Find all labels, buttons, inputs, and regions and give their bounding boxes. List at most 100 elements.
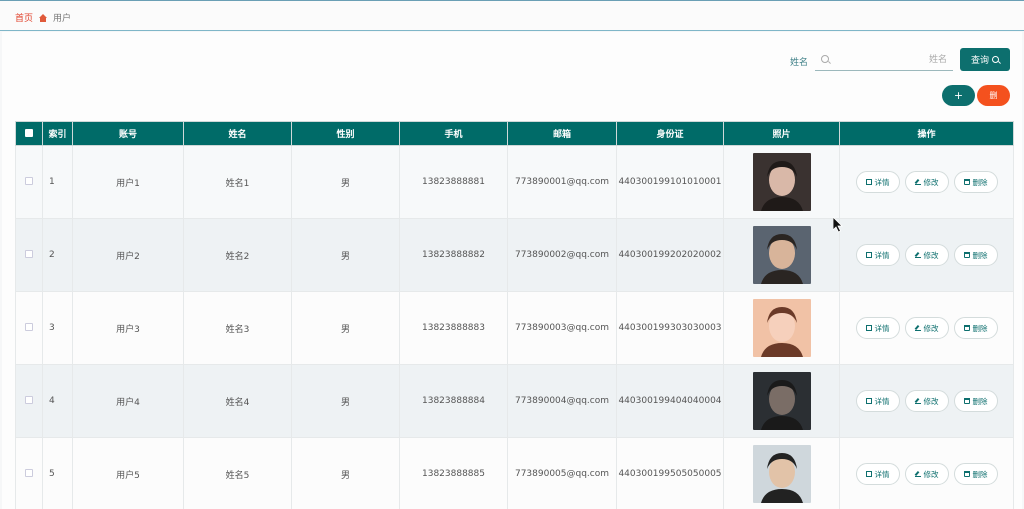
- edit-button-label: 修改: [923, 177, 939, 187]
- cell-gender: 男: [291, 291, 400, 365]
- edit-button[interactable]: 修改: [904, 463, 949, 485]
- delete-button-label: 删除: [972, 469, 988, 479]
- header-gender: 性别: [291, 121, 400, 146]
- pen-icon: [914, 179, 921, 185]
- edit-button[interactable]: 修改: [904, 171, 949, 193]
- cell-actions: 详情 修改 删除: [839, 437, 1014, 509]
- detail-button-label: 详情: [874, 323, 890, 333]
- row-checkbox[interactable]: [25, 468, 33, 477]
- user-photo[interactable]: [752, 153, 811, 211]
- detail-button[interactable]: 详情: [855, 244, 900, 266]
- cell-photo: [723, 364, 840, 438]
- trash-icon: [963, 471, 970, 477]
- detail-button[interactable]: 详情: [855, 463, 900, 485]
- edit-button[interactable]: 修改: [904, 317, 949, 339]
- delete-button-label: 删除: [972, 396, 988, 406]
- delete-button-label: 删除: [972, 250, 988, 260]
- cell-photo: [723, 437, 840, 509]
- query-button[interactable]: 查询: [960, 48, 1010, 71]
- cell-account: 用户3: [72, 291, 184, 365]
- pen-icon: [914, 471, 921, 477]
- table-row: 2 用户2 姓名2 男 13823888882 773890002@qq.com…: [15, 218, 1014, 292]
- user-photo[interactable]: [752, 299, 811, 357]
- mouse-cursor: [833, 217, 843, 233]
- detail-button[interactable]: 详情: [855, 390, 900, 412]
- edit-button-label: 修改: [923, 323, 939, 333]
- edit-button[interactable]: 修改: [904, 390, 949, 412]
- user-photo[interactable]: [752, 226, 811, 284]
- pen-icon: [914, 398, 921, 404]
- select-all-checkbox[interactable]: [25, 129, 33, 137]
- search-label: 姓名: [790, 58, 809, 68]
- document-icon: [865, 471, 872, 477]
- user-table: 索引 账号 姓名 性别 手机 邮箱 身份证 照片 操作 1 用户1 姓名1 男 …: [15, 121, 1014, 509]
- cell-phone: 13823888882: [399, 218, 508, 292]
- batch-delete-button[interactable]: 删: [977, 85, 1010, 106]
- document-icon: [865, 398, 872, 404]
- row-select[interactable]: [15, 145, 43, 219]
- header-index: 索引: [42, 121, 73, 146]
- row-checkbox[interactable]: [25, 322, 33, 331]
- row-select[interactable]: [15, 437, 43, 509]
- header-photo: 照片: [723, 121, 840, 146]
- delete-button[interactable]: 删除: [953, 390, 998, 412]
- row-select[interactable]: [15, 364, 43, 438]
- top-bar: 首页 用户: [0, 0, 1024, 31]
- cell-index: 5: [42, 437, 73, 509]
- cell-index: 3: [42, 291, 73, 365]
- detail-button[interactable]: 详情: [855, 317, 900, 339]
- cell-actions: 详情 修改 删除: [839, 291, 1014, 365]
- cell-account: 用户2: [72, 218, 184, 292]
- cell-email: 773890004@qq.com: [507, 364, 617, 438]
- detail-button-label: 详情: [874, 396, 890, 406]
- cell-idcard: 440300199505050005: [616, 437, 724, 509]
- row-checkbox[interactable]: [25, 395, 33, 404]
- header-name: 姓名: [183, 121, 292, 146]
- delete-button-label: 删除: [972, 323, 988, 333]
- breadcrumb-home[interactable]: 首页: [15, 11, 33, 24]
- detail-button-label: 详情: [874, 250, 890, 260]
- trash-icon: [963, 252, 970, 258]
- cell-actions: 详情 修改 删除: [839, 145, 1014, 219]
- cell-gender: 男: [291, 364, 400, 438]
- delete-button[interactable]: 删除: [953, 171, 998, 193]
- header-select-all[interactable]: [15, 121, 43, 146]
- search-field[interactable]: [815, 49, 953, 71]
- search-icon: [821, 55, 829, 63]
- row-checkbox[interactable]: [25, 176, 33, 185]
- search-input[interactable]: [835, 52, 947, 68]
- add-button[interactable]: +: [942, 85, 975, 106]
- breadcrumb: 首页 用户: [15, 11, 71, 24]
- cell-actions: 详情 修改 删除: [839, 218, 1014, 292]
- delete-button[interactable]: 删除: [953, 244, 998, 266]
- row-select[interactable]: [15, 218, 43, 292]
- pen-icon: [914, 325, 921, 331]
- cell-phone: 13823888885: [399, 437, 508, 509]
- delete-button[interactable]: 删除: [953, 317, 998, 339]
- cell-index: 4: [42, 364, 73, 438]
- row-checkbox[interactable]: [25, 249, 33, 258]
- cell-photo: [723, 145, 840, 219]
- detail-button[interactable]: 详情: [855, 171, 900, 193]
- document-icon: [865, 252, 872, 258]
- user-photo[interactable]: [752, 372, 811, 430]
- query-button-label: 查询: [970, 56, 989, 66]
- table-header-row: 索引 账号 姓名 性别 手机 邮箱 身份证 照片 操作: [15, 121, 1014, 146]
- delete-button[interactable]: 删除: [953, 463, 998, 485]
- cell-account: 用户1: [72, 145, 184, 219]
- edit-button-label: 修改: [923, 250, 939, 260]
- cell-actions: 详情 修改 删除: [839, 364, 1014, 438]
- cell-email: 773890001@qq.com: [507, 145, 617, 219]
- cell-name: 姓名5: [183, 437, 292, 509]
- cell-photo: [723, 218, 840, 292]
- header-actions: 操作: [839, 121, 1014, 146]
- delete-button-label: 删除: [972, 177, 988, 187]
- user-photo[interactable]: [752, 445, 811, 503]
- detail-button-label: 详情: [874, 469, 890, 479]
- edit-button[interactable]: 修改: [904, 244, 949, 266]
- row-select[interactable]: [15, 291, 43, 365]
- header-idcard: 身份证: [616, 121, 724, 146]
- table-row: 4 用户4 姓名4 男 13823888884 773890004@qq.com…: [15, 364, 1014, 438]
- header-account: 账号: [72, 121, 184, 146]
- cell-email: 773890002@qq.com: [507, 218, 617, 292]
